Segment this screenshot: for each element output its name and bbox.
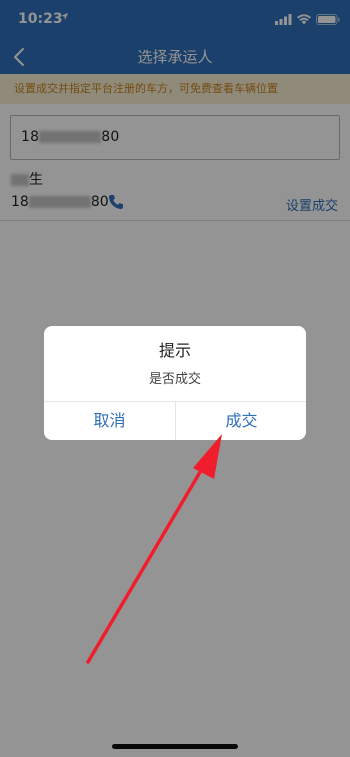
confirm-dialog: 提示 是否成交 取消 成交 xyxy=(44,326,306,440)
dialog-message: 是否成交 xyxy=(148,372,201,387)
confirm-deal-button[interactable]: 成交 xyxy=(176,402,306,440)
cancel-button[interactable]: 取消 xyxy=(44,402,175,440)
dialog-title: 提示 xyxy=(158,341,191,360)
